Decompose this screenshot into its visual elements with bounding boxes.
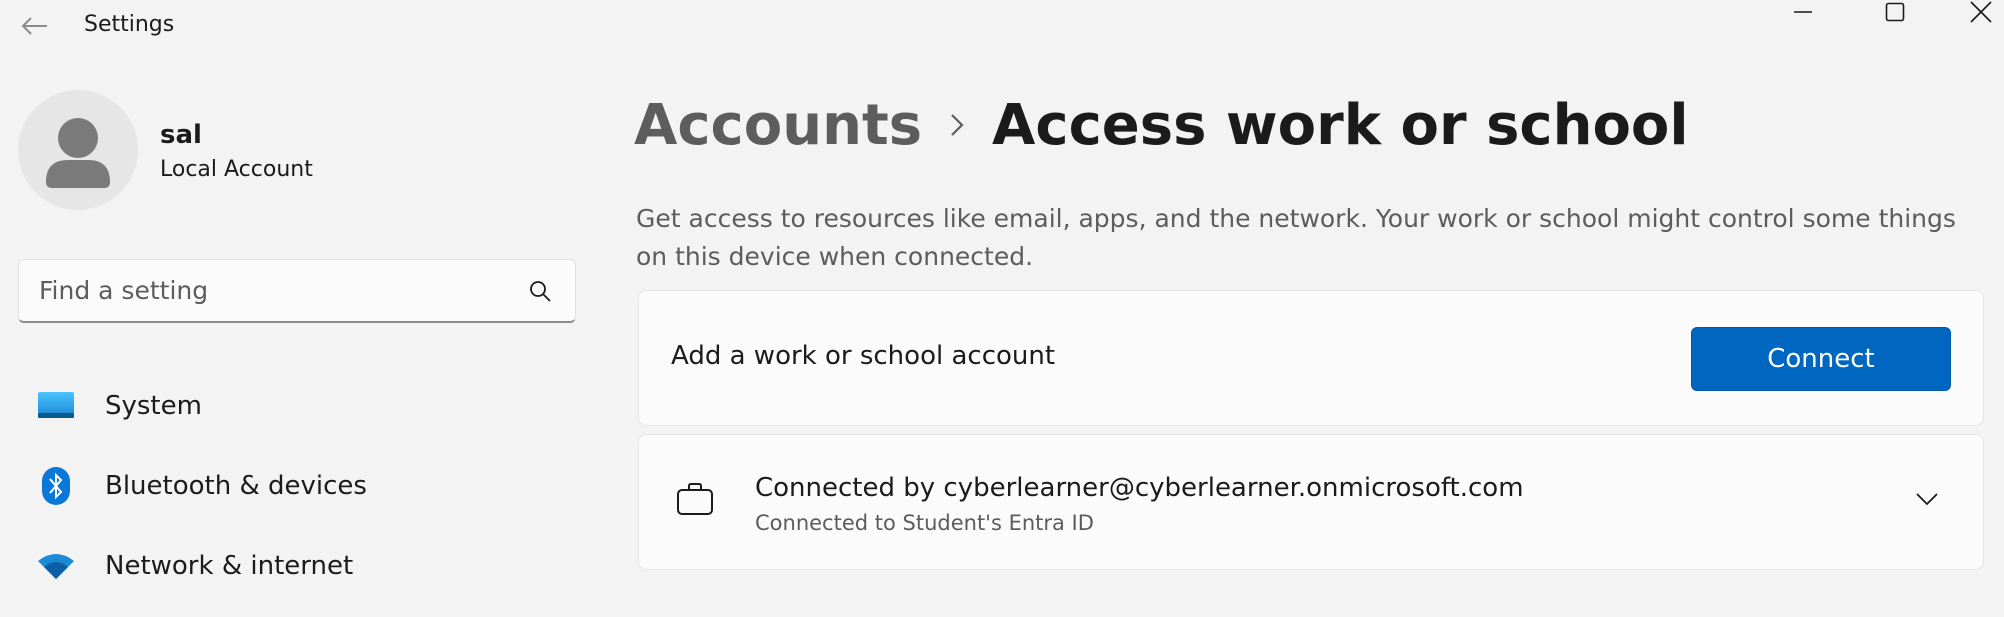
chevron-right-icon	[922, 100, 992, 150]
connected-account-card[interactable]: Connected by cyberlearner@cyberlearner.o…	[638, 434, 1984, 570]
account-type: Local Account	[160, 157, 313, 182]
chevron-down-icon[interactable]	[1907, 479, 1947, 519]
sidebar-item-bluetooth[interactable]: Bluetooth & devices	[18, 453, 576, 519]
sidebar-item-network[interactable]: Network & internet	[18, 533, 576, 599]
breadcrumb-parent-link[interactable]: Accounts	[634, 93, 922, 158]
minimize-button[interactable]	[1780, 0, 1826, 24]
page-title: Access work or school	[992, 92, 1689, 158]
search-icon[interactable]	[525, 276, 555, 306]
back-button[interactable]	[12, 6, 56, 46]
app-title: Settings	[84, 12, 175, 37]
wifi-icon	[36, 546, 76, 586]
breadcrumb: Accounts Access work or school	[634, 90, 1689, 160]
briefcase-icon	[675, 479, 715, 519]
user-name: sal	[160, 120, 202, 150]
search-box[interactable]	[18, 259, 576, 323]
avatar[interactable]	[18, 90, 138, 210]
user-icon	[46, 118, 110, 188]
connected-account-subtitle: Connected to Student's Entra ID	[755, 511, 1094, 535]
sidebar-item-label: Network & internet	[105, 551, 354, 581]
bluetooth-icon	[36, 466, 76, 506]
connect-button[interactable]: Connect	[1691, 327, 1951, 391]
close-button[interactable]	[1958, 0, 2004, 24]
minimize-icon	[1794, 11, 1812, 13]
sidebar-item-system[interactable]: System	[18, 373, 576, 439]
maximize-button[interactable]	[1872, 0, 1918, 24]
close-icon	[1970, 1, 1992, 23]
add-account-label: Add a work or school account	[671, 341, 1056, 371]
maximize-icon	[1885, 2, 1905, 22]
title-bar: Settings	[0, 0, 2004, 60]
search-input[interactable]	[39, 276, 525, 305]
page-description: Get access to resources like email, apps…	[636, 204, 1956, 271]
sidebar-item-label: Bluetooth & devices	[105, 471, 367, 501]
sidebar-item-label: System	[105, 391, 202, 421]
connected-account-title: Connected by cyberlearner@cyberlearner.o…	[755, 473, 1524, 503]
add-account-card: Add a work or school account Connect	[638, 290, 1984, 426]
back-arrow-icon	[21, 17, 47, 35]
system-icon	[36, 386, 76, 426]
settings-window: Settings sal Local Account Find a settin…	[0, 0, 2004, 617]
